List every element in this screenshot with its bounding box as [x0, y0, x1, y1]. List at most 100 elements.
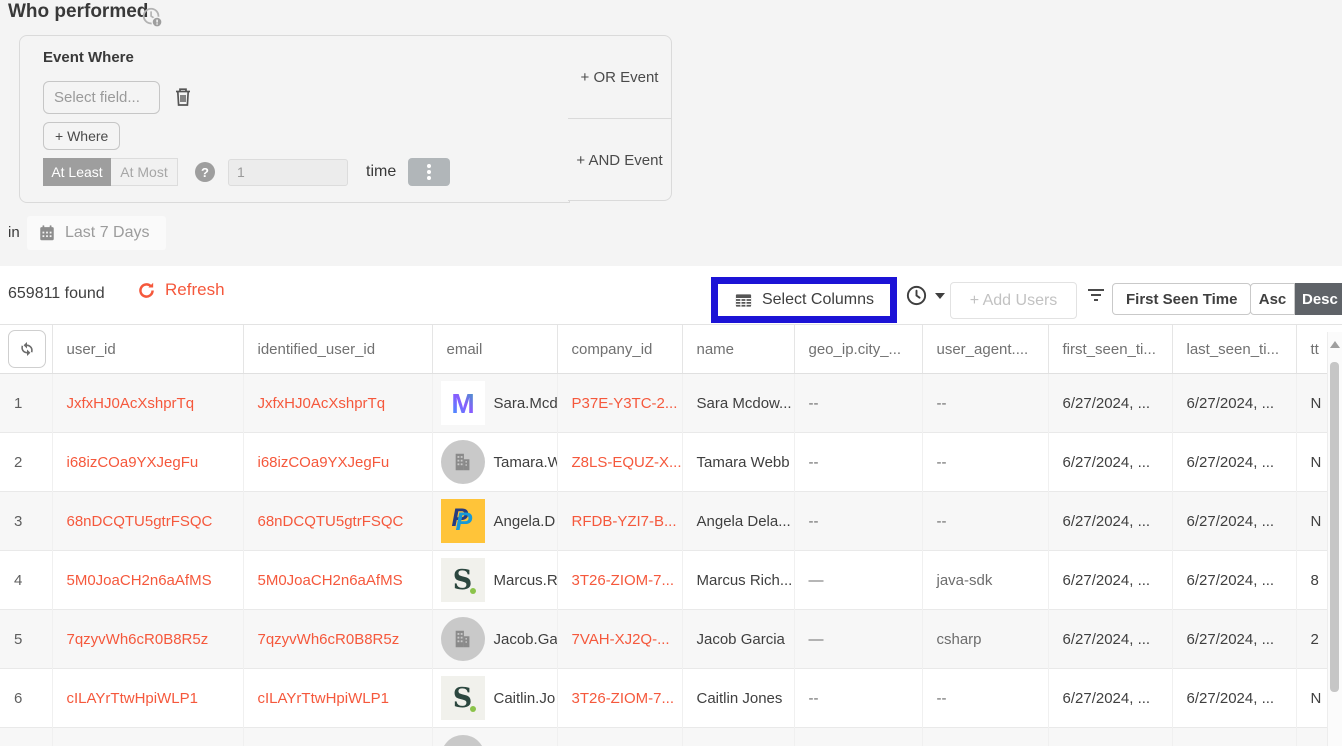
- add-where-button[interactable]: + Where: [43, 122, 120, 150]
- name-value: Tamara Webb: [682, 433, 794, 492]
- query-builder-section: Who performed Event Where Select field..…: [0, 0, 1342, 266]
- filter-icon: [1086, 289, 1106, 301]
- asc-button[interactable]: Asc: [1250, 283, 1295, 315]
- col-header-first-seen[interactable]: first_seen_ti...: [1048, 325, 1172, 374]
- name-value: Angela Dela...: [682, 492, 794, 551]
- table-row[interactable]: 2 i68izCOa9YXJegFu i68izCOa9YXJegFu: [0, 433, 1342, 492]
- results-toolbar: 659811 found Refresh Select Columns: [0, 266, 1342, 325]
- user-agent-value: --: [922, 728, 1048, 746]
- date-range-button[interactable]: Last 7 Days: [27, 216, 166, 250]
- first-seen-value: 6/27/2024, ...: [1048, 551, 1172, 610]
- user-id-link[interactable]: 68nDCQTU5gtrFSQC: [67, 513, 213, 530]
- company-id-link[interactable]: Z8LS-EQUZ-X...: [572, 454, 682, 471]
- desc-button[interactable]: Desc: [1295, 283, 1342, 315]
- col-header-user-agent[interactable]: user_agent....: [922, 325, 1048, 374]
- company-id-link[interactable]: P37E-Y3TC-2...: [572, 395, 678, 412]
- clock-icon: [905, 284, 928, 307]
- user-id-link[interactable]: 5M0JoaCH2n6aAfMS: [67, 572, 212, 589]
- geo-value: --: [794, 492, 922, 551]
- refresh-label: Refresh: [165, 280, 225, 300]
- calendar-icon: [38, 224, 56, 242]
- add-or-event-button[interactable]: + OR Event: [568, 36, 671, 119]
- first-seen-value: 6/27/2024, ...: [1048, 374, 1172, 433]
- company-id-link[interactable]: 3T26-ZIOM-7...: [572, 690, 675, 707]
- select-columns-label: Select Columns: [762, 291, 874, 309]
- vertical-scrollbar[interactable]: [1327, 332, 1342, 746]
- help-icon[interactable]: ?: [195, 162, 215, 182]
- in-label: in: [8, 224, 20, 241]
- kebab-icon: [427, 170, 431, 174]
- sort-field-button[interactable]: First Seen Time: [1112, 283, 1251, 315]
- date-range-label: Last 7 Days: [65, 224, 149, 242]
- table-row[interactable]: 6 cILAYrTtwHpiWLP1 cILAYrTtwHpiWLP1 S Ca…: [0, 669, 1342, 728]
- frequency-row: At Least At Most ? time: [43, 158, 450, 186]
- row-index: 2: [0, 433, 52, 492]
- table-row[interactable]: 5 7qzyvWh6cR0B8R5z 7qzyvWh6cR0B8R5z: [0, 610, 1342, 669]
- identified-user-id-link[interactable]: JxfxHJ0AcXshprTq: [258, 395, 386, 412]
- company-logo-building: [441, 617, 485, 661]
- user-agent-value: --: [922, 374, 1048, 433]
- user-id-link[interactable]: i68izCOa9YXJegFu: [67, 454, 199, 471]
- event-where-panel: Event Where Select field... + Where At L…: [19, 35, 570, 203]
- select-field-dropdown[interactable]: Select field...: [43, 81, 160, 114]
- geo-value: —: [794, 610, 922, 669]
- who-performed-page: Who performed Event Where Select field..…: [0, 0, 1342, 746]
- page-title: Who performed: [8, 1, 148, 23]
- delete-filter-button[interactable]: [172, 86, 194, 110]
- col-header-geo[interactable]: geo_ip.city_...: [794, 325, 922, 374]
- last-seen-value: 6/27/2024, ...: [1172, 610, 1296, 669]
- scrollbar-thumb[interactable]: [1330, 362, 1339, 692]
- company-id-link[interactable]: RFDB-YZI7-B...: [572, 513, 677, 530]
- filter-button[interactable]: [1086, 287, 1106, 305]
- identified-user-id-link[interactable]: cILAYrTtwHpiWLP1: [258, 690, 389, 707]
- table-row[interactable]: 7 H2xOf8JYQ1Nm4k53 H2xOf8JYQ1Nm4k53: [0, 728, 1342, 746]
- col-header-last-seen[interactable]: last_seen_ti...: [1172, 325, 1296, 374]
- reload-table-button[interactable]: [8, 330, 46, 368]
- table-row[interactable]: 1 JxfxHJ0AcXshprTq JxfxHJ0AcXshprTq M: [0, 374, 1342, 433]
- row-index: 7: [0, 728, 52, 746]
- first-seen-value: 6/27/2024, ...: [1048, 669, 1172, 728]
- table-row[interactable]: 3 68nDCQTU5gtrFSQC 68nDCQTU5gtrFSQC P P …: [0, 492, 1342, 551]
- col-header-user-id[interactable]: user_id: [52, 325, 243, 374]
- select-columns-button[interactable]: Select Columns: [718, 284, 890, 316]
- geo-value: --: [794, 374, 922, 433]
- col-header-name[interactable]: name: [682, 325, 794, 374]
- sync-icon: [18, 340, 36, 358]
- scroll-up-arrow-icon[interactable]: [1330, 341, 1340, 348]
- frequency-options-button[interactable]: [408, 158, 450, 186]
- col-header-company-id[interactable]: company_id: [557, 325, 682, 374]
- count-input[interactable]: [228, 159, 348, 186]
- company-id-link[interactable]: 7VAH-XJ2Q-...: [572, 631, 670, 648]
- name-value: Sara Mcdow...: [682, 374, 794, 433]
- user-id-link[interactable]: 7qzyvWh6cR0B8R5z: [67, 631, 209, 648]
- refresh-icon: [137, 281, 156, 300]
- email-value: Caitlin.Jo: [494, 690, 556, 707]
- email-value: Angela.D: [494, 513, 556, 530]
- table-row[interactable]: 4 5M0JoaCH2n6aAfMS 5M0JoaCH2n6aAfMS S Ma…: [0, 551, 1342, 610]
- found-count: 659811 found: [8, 285, 105, 303]
- company-logo-building: [441, 440, 485, 484]
- col-header-email[interactable]: email: [432, 325, 557, 374]
- users-table: user_id identified_user_id email company…: [0, 325, 1342, 746]
- identified-user-id-link[interactable]: 5M0JoaCH2n6aAfMS: [258, 572, 403, 589]
- identified-user-id-link[interactable]: 68nDCQTU5gtrFSQC: [258, 513, 404, 530]
- company-id-link[interactable]: 3T26-ZIOM-7...: [572, 572, 675, 589]
- col-header-identified-user-id[interactable]: identified_user_id: [243, 325, 432, 374]
- name-value: Marcus Rich...: [682, 551, 794, 610]
- add-and-event-button[interactable]: + AND Event: [568, 119, 671, 201]
- first-seen-value: 6/27/2024, ...: [1048, 433, 1172, 492]
- email-value: Tamara.W: [494, 454, 558, 471]
- at-least-toggle[interactable]: At Least: [43, 158, 111, 186]
- annotation-highlight: Select Columns: [711, 277, 897, 323]
- company-logo-paypal: P P: [441, 499, 485, 543]
- add-users-button[interactable]: + Add Users: [950, 282, 1077, 319]
- geo-value: —: [794, 551, 922, 610]
- time-options-dropdown[interactable]: [905, 284, 945, 307]
- user-id-link[interactable]: cILAYrTtwHpiWLP1: [67, 690, 198, 707]
- row-index: 3: [0, 492, 52, 551]
- identified-user-id-link[interactable]: 7qzyvWh6cR0B8R5z: [258, 631, 400, 648]
- refresh-button[interactable]: Refresh: [137, 280, 225, 300]
- user-id-link[interactable]: JxfxHJ0AcXshprTq: [67, 395, 195, 412]
- at-most-toggle[interactable]: At Most: [111, 158, 178, 186]
- identified-user-id-link[interactable]: i68izCOa9YXJegFu: [258, 454, 390, 471]
